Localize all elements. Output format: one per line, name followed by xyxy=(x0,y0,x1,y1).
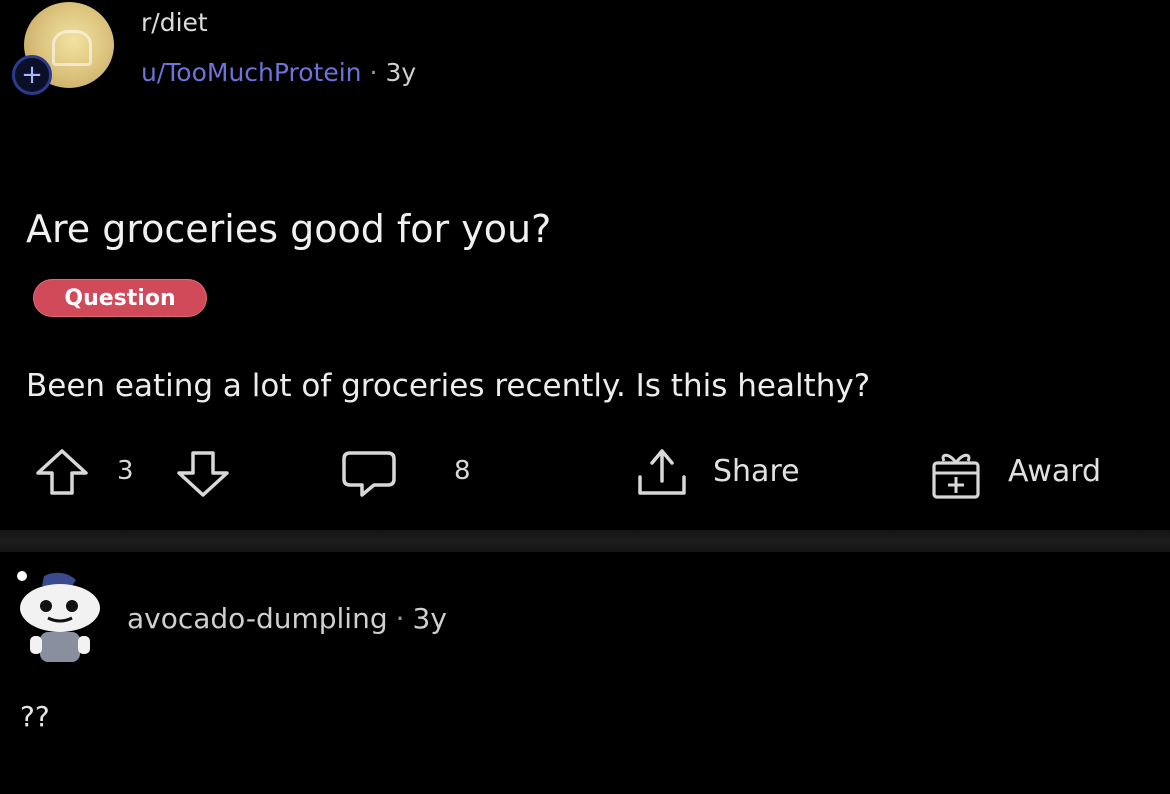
comments-button[interactable] xyxy=(340,447,398,501)
vote-count: 3 xyxy=(117,456,134,486)
comment-count: 8 xyxy=(454,456,471,486)
post-author[interactable]: u/TooMuchProtein xyxy=(141,58,362,87)
join-plus-icon[interactable]: + xyxy=(12,55,52,95)
comment-text: ?? xyxy=(20,700,50,733)
award-icon xyxy=(932,453,980,499)
share-button[interactable] xyxy=(632,445,692,501)
post-flair[interactable]: Question xyxy=(34,280,206,316)
comment-age: 3y xyxy=(412,602,447,635)
upvote-icon xyxy=(36,449,88,495)
post-age: 3y xyxy=(385,58,417,87)
downvote-icon xyxy=(177,451,229,497)
comment-icon xyxy=(342,451,396,497)
upvote-button[interactable] xyxy=(34,447,90,499)
comment-meta: avocado-dumpling · 3y xyxy=(127,602,447,635)
comment-author[interactable]: avocado-dumpling xyxy=(127,602,388,635)
subreddit-name[interactable]: r/diet xyxy=(141,8,208,37)
avatar-sketch xyxy=(52,30,92,66)
post-title[interactable]: Are groceries good for you? xyxy=(26,207,551,251)
share-label[interactable]: Share xyxy=(713,454,800,489)
snoo-avatar-icon xyxy=(17,571,100,662)
downvote-button[interactable] xyxy=(175,447,231,499)
comment-separator: · xyxy=(395,602,405,635)
post-body: Been eating a lot of groceries recently.… xyxy=(26,368,871,404)
share-icon xyxy=(638,449,686,495)
section-divider xyxy=(0,530,1170,552)
commenter-avatar[interactable] xyxy=(10,566,106,670)
award-label[interactable]: Award xyxy=(1008,454,1101,489)
meta-separator: · xyxy=(369,58,378,87)
post-meta: u/TooMuchProtein · 3y xyxy=(141,58,416,87)
award-button[interactable] xyxy=(928,447,984,503)
